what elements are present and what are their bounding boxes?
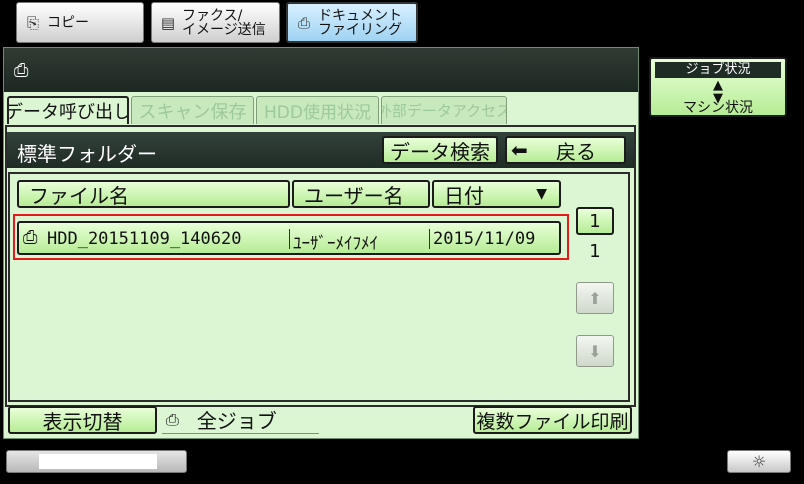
status-indicator — [6, 450, 187, 473]
back-label: 戻る — [556, 139, 596, 164]
mode-tab-fax-image-send[interactable]: ▤ ファクス/ イメージ送信 — [151, 2, 280, 43]
column-header-date[interactable]: 日付 ▼ — [432, 180, 561, 208]
display-toggle-button[interactable]: 表示切替 — [8, 406, 157, 434]
tab-external-data-access[interactable]: 外部データアクセス — [381, 96, 507, 124]
back-button[interactable]: ⬅ 戻る — [505, 136, 626, 164]
mode-tab-document-filing[interactable]: ⎙ ドキュメント ファイリング — [286, 2, 418, 43]
data-search-button[interactable]: データ検索 — [382, 136, 498, 164]
job-filter-label: 全ジョブ — [196, 409, 277, 433]
multi-file-print-button[interactable]: 複数ファイル印刷 — [473, 406, 632, 434]
tab-scan-save[interactable]: スキャン保存 — [131, 96, 254, 124]
mode-tab-label: ドキュメント ファイリング — [318, 7, 402, 38]
back-arrow-icon: ⬅ — [511, 138, 528, 162]
page-total: 1 — [589, 241, 601, 262]
sort-descending-icon: ▼ — [536, 186, 547, 202]
cell-date: 2015/11/09 — [433, 229, 536, 249]
job-machine-status-button[interactable]: ジョブ状況 ▲ ▼ マシン状況 — [649, 57, 787, 117]
tab-hdd-usage[interactable]: HDD使用状況 — [256, 96, 379, 124]
column-header-user-name[interactable]: ユーザー名 — [292, 180, 430, 208]
mode-tab-copy[interactable]: ⎘ コピー — [16, 2, 144, 43]
cell-user-name: ﾕｰｻﾞｰﾒｲﾌﾒｲ — [293, 234, 378, 254]
job-filter-icon: ⎙ — [166, 409, 179, 429]
page-number-button[interactable]: 1 — [576, 207, 614, 235]
mode-tab-label: ファクス/ イメージ送信 — [182, 7, 266, 38]
cell-file-name: HDD_20151109_140620 — [47, 229, 242, 249]
brightness-button[interactable]: ☼ — [727, 450, 791, 473]
scroll-down-button[interactable]: ⬇ — [576, 335, 614, 367]
column-divider — [429, 229, 430, 249]
document-filing-icon: ⎙ — [297, 13, 310, 32]
column-divider — [289, 229, 290, 249]
mode-tab-label: コピー — [47, 14, 89, 31]
machine-status-label: マシン状況 — [683, 100, 753, 116]
sun-icon: ☼ — [751, 452, 767, 471]
status-indicator-fill — [39, 454, 157, 469]
title-bar: ⎙ — [4, 48, 638, 92]
job-status-label: ジョブ状況 — [655, 62, 781, 78]
folder-title: 標準フォルダー — [17, 142, 157, 166]
table-row[interactable]: ⎙ HDD_20151109_140620 ﾕｰｻﾞｰﾒｲﾌﾒｲ 2015/11… — [17, 221, 561, 255]
arrow-down-icon: ⬇ — [588, 341, 602, 361]
document-filing-icon: ⎙ — [14, 60, 29, 81]
arrow-up-icon: ⬆ — [588, 288, 602, 308]
tab-data-recall[interactable]: データ呼び出し — [7, 96, 129, 124]
copy-icon: ⎘ — [26, 13, 39, 32]
date-header-label: 日付 — [444, 183, 484, 208]
column-header-file-name[interactable]: ファイル名 — [17, 180, 290, 208]
fax-icon: ▤ — [160, 13, 176, 32]
job-filter[interactable]: ⎙ 全ジョブ — [162, 406, 319, 434]
scroll-up-button[interactable]: ⬆ — [576, 282, 614, 314]
document-file-icon: ⎙ — [23, 227, 38, 248]
